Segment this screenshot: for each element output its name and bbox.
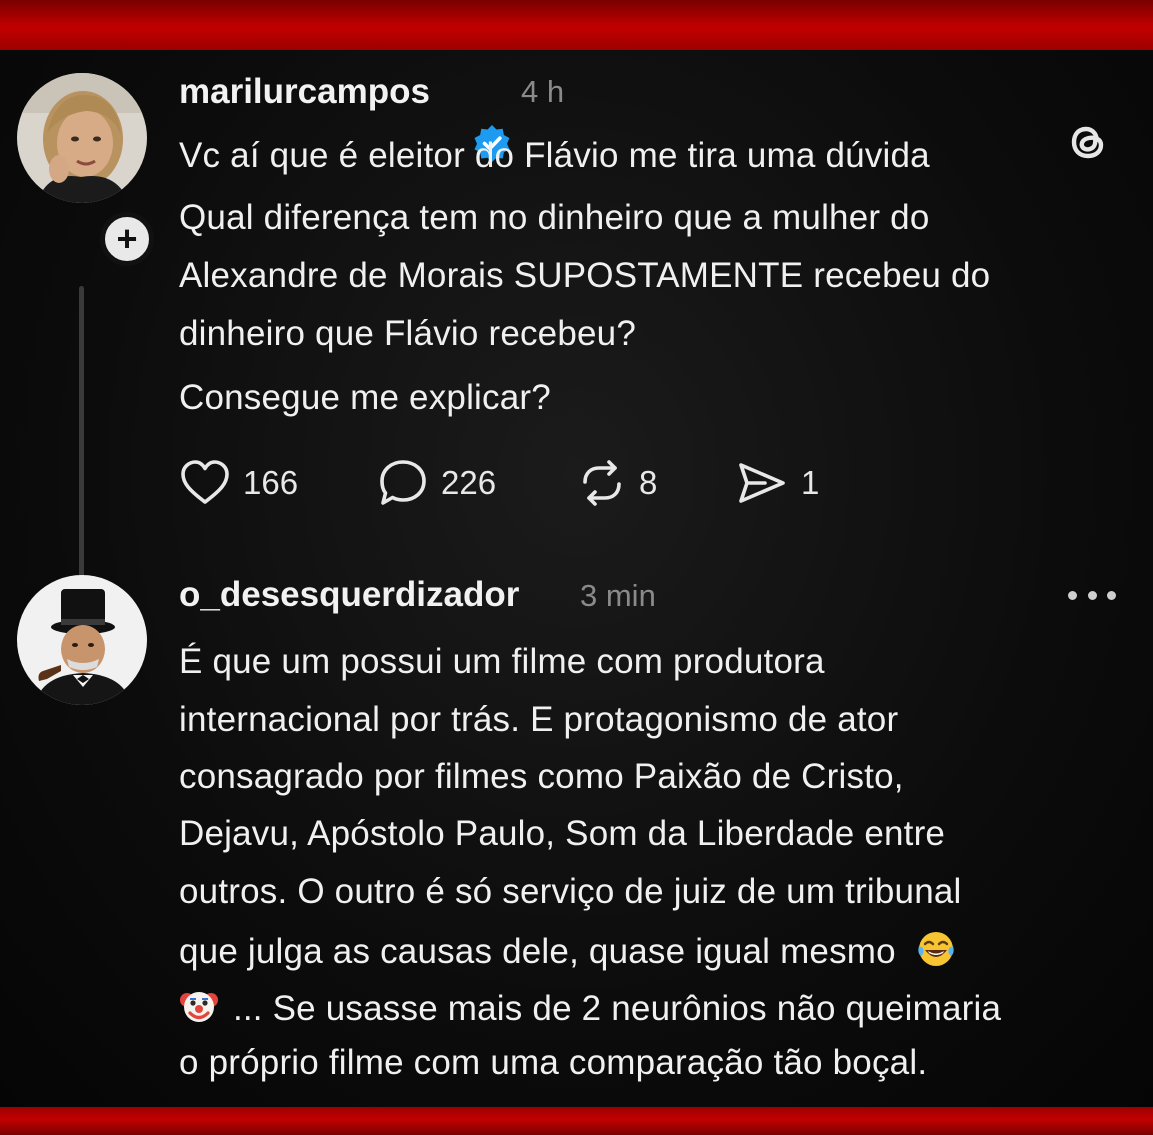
follow-plus-icon[interactable]: + — [100, 212, 154, 266]
reply-text-line: Dejavu, Apóstolo Paulo, Som da Liberdade… — [179, 814, 946, 853]
reply-timestamp: 3 min — [580, 578, 656, 613]
share-button[interactable]: 1 — [735, 458, 819, 508]
post-text-line: Qual diferença tem no dinheiro que a mul… — [179, 198, 930, 237]
threads-post-panel: + marilurcampos 4 h Vc aí que é eleitor … — [0, 50, 1153, 1107]
reply-text-line: consagrado por filmes como Paixão de Cri… — [179, 757, 904, 796]
more-dots-icon[interactable] — [1068, 580, 1116, 610]
reply-text-line-with-emoji: que julga as causas dele, quase igual me… — [179, 929, 956, 972]
reply-author-username[interactable]: o_desesquerdizador — [179, 575, 519, 615]
like-count: 166 — [243, 464, 299, 501]
reply-text: que julga as causas dele, quase igual me… — [179, 932, 896, 971]
repost-arrows-icon — [583, 460, 621, 506]
post-text-line: Alexandre de Morais SUPOSTAMENTE recebeu… — [179, 256, 991, 295]
like-button[interactable]: 166 — [179, 458, 298, 508]
thread-connector-line — [79, 286, 84, 602]
post-text-line: dinheiro que Flávio recebeu? — [179, 314, 637, 353]
send-icon — [739, 463, 785, 503]
reply-count: 226 — [441, 464, 497, 501]
reply-text-line-with-emoji: ... Se usasse mais de 2 neurônios não qu… — [179, 986, 1001, 1029]
red-frame-top — [0, 0, 1153, 50]
reply-button[interactable]: 226 — [377, 458, 496, 508]
reply-text-line: o próprio filme com uma comparação tão b… — [179, 1043, 928, 1082]
author-avatar[interactable] — [17, 73, 147, 203]
repost-button[interactable]: 8 — [577, 458, 657, 508]
speech-bubble-icon — [380, 460, 426, 505]
reply-text-line: internacional por trás. E protagonismo d… — [179, 700, 899, 739]
reply-text-line: outros. O outro é só serviço de juiz de … — [179, 872, 962, 911]
post-timestamp: 4 h — [521, 74, 565, 109]
repost-count: 8 — [639, 464, 658, 501]
clown-face-emoji — [180, 992, 218, 1022]
post-text-line: Consegue me explicar? — [179, 378, 551, 417]
tears-of-joy-emoji — [918, 932, 954, 966]
red-frame-bottom — [0, 1107, 1153, 1135]
reply-text-line: É que um possui um filme com produtora — [179, 642, 825, 681]
reply-author-avatar[interactable] — [17, 575, 147, 705]
reply-text: ... Se usasse mais de 2 neurônios não qu… — [232, 989, 1002, 1028]
share-count: 1 — [801, 464, 820, 501]
post-text-line: Vc aí que é eleitor do Flávio me tira um… — [179, 136, 930, 175]
author-username[interactable]: marilurcampos — [179, 72, 430, 112]
heart-icon — [181, 460, 229, 504]
threads-logo-icon[interactable] — [1064, 118, 1112, 166]
